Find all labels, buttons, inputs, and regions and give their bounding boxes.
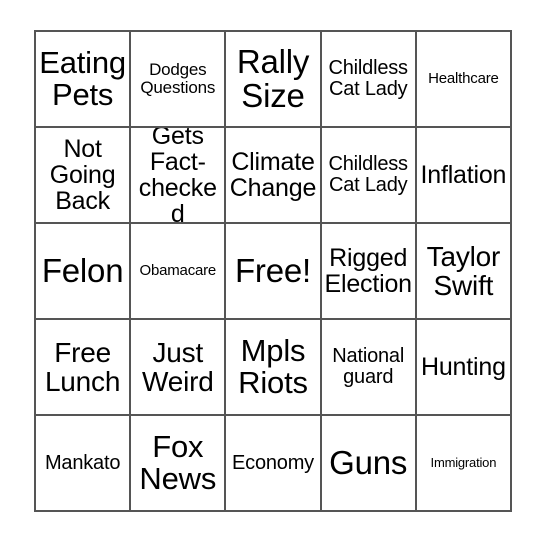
bingo-cell-label: Obamacare	[139, 262, 217, 280]
bingo-cell-r4c2[interactable]: Just Weird	[131, 320, 227, 416]
bingo-cell-r3c3[interactable]: Free!	[226, 224, 322, 320]
bingo-cell-label: Fox News	[139, 428, 217, 496]
bingo-cell-r3c4[interactable]: Rigged Election	[321, 224, 417, 320]
bingo-cell-label: Rally Size	[236, 42, 310, 114]
bingo-cell-r2c4[interactable]: Childless Cat Lady	[321, 128, 417, 224]
bingo-cell-r5c1[interactable]: Mankato	[36, 416, 132, 512]
bingo-cell-label: Taylor Swift	[426, 240, 501, 301]
bingo-cell-label: Dodges Questions	[140, 60, 216, 97]
bingo-cell-r2c1[interactable]: Not Going Back	[36, 128, 132, 224]
bingo-cell-r3c5[interactable]: Taylor Swift	[416, 224, 512, 320]
bingo-cell-label: Healthcare	[428, 70, 499, 88]
bingo-cell-r1c4[interactable]: Childless Cat Lady	[321, 32, 417, 128]
bingo-cell-r1c5[interactable]: Healthcare	[416, 32, 512, 128]
bingo-cell-label: Rigged Election	[324, 244, 413, 298]
bingo-cell-label: Felon	[41, 251, 124, 289]
bingo-cell-r4c4[interactable]: National guard	[321, 320, 417, 416]
bingo-cell-label: Climate Change	[229, 148, 317, 202]
bingo-cell-label: Childless Cat Lady	[328, 153, 409, 196]
bingo-cell-r4c3[interactable]: Mpls Riots	[226, 320, 322, 416]
bingo-cell-r5c3[interactable]: Economy	[226, 416, 322, 512]
bingo-cell-r2c3[interactable]: Climate Change	[226, 128, 322, 224]
bingo-cell-label: Gets Fact- checked	[138, 128, 217, 224]
bingo-cell-r1c3[interactable]: Rally Size	[226, 32, 322, 128]
bingo-cell-r3c2[interactable]: Obamacare	[131, 224, 227, 320]
bingo-cell-label: Mankato	[44, 451, 121, 474]
bingo-cell-label: Childless Cat Lady	[328, 57, 409, 100]
bingo-cell-r1c1[interactable]: Eating Pets	[36, 32, 132, 128]
bingo-cell-label: Guns	[329, 443, 408, 481]
bingo-cell-label: Hunting	[421, 353, 506, 381]
bingo-card-grid: Eating Pets Dodges Questions Rally Size Chi…	[34, 30, 512, 512]
bingo-cell-r5c4[interactable]: Guns	[321, 416, 417, 512]
bingo-cell-label: Mpls Riots	[238, 332, 308, 400]
bingo-cell-label: National guard	[332, 345, 405, 388]
bingo-cell-label: Free Lunch	[44, 336, 121, 397]
bingo-cell-label: Free!	[234, 251, 311, 289]
bingo-cell-r1c2[interactable]: Dodges Questions	[131, 32, 227, 128]
bingo-cell-label: Immigration	[430, 455, 497, 471]
bingo-cell-label: Economy	[232, 451, 314, 474]
bingo-cell-label: Just Weird	[141, 336, 214, 397]
bingo-cell-r5c2[interactable]: Fox News	[131, 416, 227, 512]
bingo-cell-label: Eating Pets	[39, 44, 126, 112]
bingo-cell-r5c5[interactable]: Immigration	[416, 416, 512, 512]
bingo-cell-r3c1[interactable]: Felon	[36, 224, 132, 320]
bingo-cell-r2c5[interactable]: Inflation	[416, 128, 512, 224]
bingo-cell-r4c1[interactable]: Free Lunch	[36, 320, 132, 416]
bingo-cell-r4c5[interactable]: Hunting	[416, 320, 512, 416]
bingo-cell-label: Not Going Back	[49, 135, 116, 215]
bingo-cell-r2c2[interactable]: Gets Fact- checked	[131, 128, 227, 224]
bingo-cell-label: Inflation	[420, 161, 507, 189]
